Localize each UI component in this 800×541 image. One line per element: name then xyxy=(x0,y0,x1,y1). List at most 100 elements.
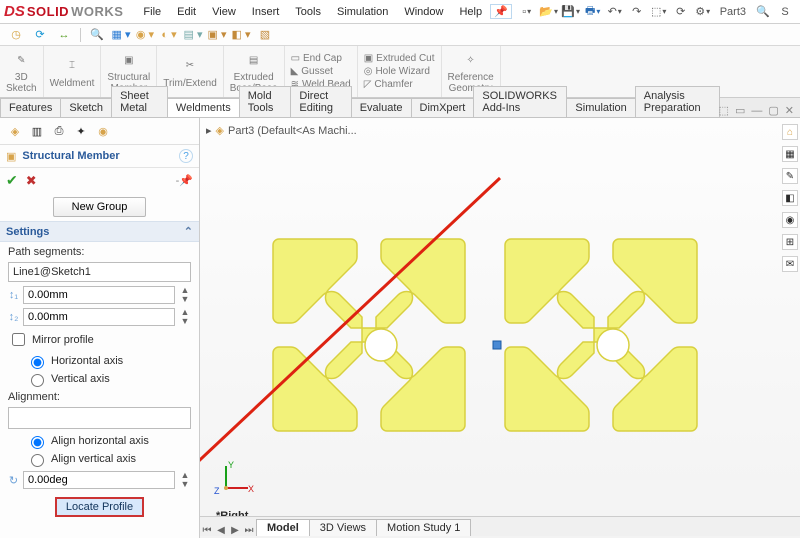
mirror-profile-checkbox[interactable] xyxy=(12,333,25,346)
bottom-tab-motion[interactable]: Motion Study 1 xyxy=(376,519,471,536)
ok-check-icon[interactable]: ✔ xyxy=(6,172,18,189)
reload-icon[interactable]: ⟳ xyxy=(30,26,50,44)
fm-tab-display-icon[interactable]: ✦ xyxy=(72,122,90,140)
ribbon-chamfer[interactable]: ◸ Chamfer xyxy=(364,79,435,90)
offset2-down[interactable]: ▼ xyxy=(179,317,191,326)
scroll-next-icon[interactable]: ▶ xyxy=(228,525,242,536)
taskpane-forum-icon[interactable]: ✉ xyxy=(782,256,798,272)
ribbon-holewiz[interactable]: ◎ Hole Wizard xyxy=(364,66,435,77)
taskpane-resources-icon[interactable]: ▦ xyxy=(782,146,798,162)
dock-icon[interactable]: ▭ xyxy=(735,104,745,117)
cancel-x-icon[interactable]: ✖ xyxy=(26,173,37,189)
isolate-icon[interactable]: ▧ xyxy=(255,26,275,44)
tab-evaluate[interactable]: Evaluate xyxy=(351,98,412,117)
pin-icon[interactable]: 📌 xyxy=(490,4,512,19)
angle-input[interactable] xyxy=(23,471,175,489)
bottom-tab-3dviews[interactable]: 3D Views xyxy=(309,519,377,536)
menu-insert[interactable]: Insert xyxy=(244,3,288,21)
offset1-input[interactable] xyxy=(23,286,175,304)
angle-down[interactable]: ▼ xyxy=(179,480,191,489)
new-doc-icon[interactable]: ▫ xyxy=(518,3,536,21)
ribbon-weldment[interactable]: ⌶Weldment xyxy=(44,46,102,97)
rebuild-icon[interactable]: ⟳ xyxy=(672,3,690,21)
taskpane-custom-icon[interactable]: ⊞ xyxy=(782,234,798,250)
bottom-tab-model[interactable]: Model xyxy=(256,519,310,536)
ribbon-gusset[interactable]: ◣ Gusset xyxy=(291,66,351,77)
breadcrumb-expand-icon[interactable]: ▸ xyxy=(206,124,212,137)
scroll-last-icon[interactable]: ⏭ xyxy=(242,525,256,536)
measure-icon[interactable]: ↔ xyxy=(54,26,74,44)
select-icon[interactable]: ⬚ xyxy=(650,3,668,21)
hide-icon[interactable]: ◧ ▾ xyxy=(231,26,251,44)
save-icon[interactable]: 💾 xyxy=(562,3,580,21)
zoom-icon[interactable]: 🔍 xyxy=(87,26,107,44)
fm-tab-config-icon[interactable]: ⎙ xyxy=(50,122,68,140)
search-icon[interactable]: 🔍 xyxy=(754,3,772,21)
options-gear-icon[interactable]: ⚙ xyxy=(694,3,712,21)
taskpane-appearance-icon[interactable]: ◉ xyxy=(782,212,798,228)
open-icon[interactable]: 📂 xyxy=(540,3,558,21)
settings-header[interactable]: Settings xyxy=(0,221,199,242)
body-icon[interactable]: ▣ ▾ xyxy=(207,26,227,44)
horiz-axis-radio[interactable]: Horizontal axis xyxy=(26,353,191,369)
tab-sketch[interactable]: Sketch xyxy=(60,98,112,117)
taskpane-design-icon[interactable]: ✎ xyxy=(782,168,798,184)
ribbon-endcap[interactable]: ▭ End Cap xyxy=(291,53,351,64)
expand-panel-icon[interactable]: ⬚ xyxy=(719,104,729,117)
history-icon[interactable]: ◷ xyxy=(6,26,26,44)
path-segments-list[interactable]: Line1@Sketch1 xyxy=(8,262,191,282)
svg-text:X: X xyxy=(248,484,254,494)
save2-icon[interactable]: S xyxy=(776,3,794,21)
tab-analysis[interactable]: Analysis Preparation xyxy=(635,86,720,117)
close-panel-icon[interactable]: ✕ xyxy=(785,104,794,117)
offset1-down[interactable]: ▼ xyxy=(179,295,191,304)
pushpin-icon[interactable]: -📌 xyxy=(176,174,193,187)
fm-tab-prop-icon[interactable]: ▥ xyxy=(28,122,46,140)
display-icon[interactable]: ▤ ▾ xyxy=(183,26,203,44)
tab-dimxpert[interactable]: DimXpert xyxy=(411,98,475,117)
tab-weldments[interactable]: Weldments xyxy=(167,98,240,117)
menu-edit[interactable]: Edit xyxy=(169,3,204,21)
ribbon-3dsketch[interactable]: ✎3D Sketch xyxy=(0,46,44,97)
redo-icon[interactable]: ↷ xyxy=(628,3,646,21)
scroll-prev-icon[interactable]: ◀ xyxy=(214,525,228,536)
menu-help[interactable]: Help xyxy=(451,3,490,21)
scene-icon[interactable]: ◐ ▾ xyxy=(159,26,179,44)
mirror-profile-check[interactable]: Mirror profile xyxy=(8,330,191,349)
new-group-button[interactable]: New Group xyxy=(53,197,147,217)
help-icon[interactable]: ? xyxy=(179,149,193,163)
offset2-input[interactable] xyxy=(23,308,175,326)
align-h-radio[interactable]: Align horizontal axis xyxy=(26,433,191,449)
menu-window[interactable]: Window xyxy=(396,3,451,21)
tab-directedit[interactable]: Direct Editing xyxy=(290,86,351,117)
align-v-radio[interactable]: Align vertical axis xyxy=(26,451,191,467)
menu-simulation[interactable]: Simulation xyxy=(329,3,396,21)
fm-tab-appearance-icon[interactable]: ◉ xyxy=(94,122,112,140)
taskpane-view-icon[interactable]: ◧ xyxy=(782,190,798,206)
graphics-area[interactable]: ▸ ◈ Part3 (Default<As Machi... xyxy=(200,118,800,538)
print-icon[interactable]: 🖶 xyxy=(584,3,602,21)
view-cube-icon[interactable]: ▦ ▾ xyxy=(111,26,131,44)
locate-profile-button[interactable]: Locate Profile xyxy=(55,497,144,517)
taskpane-home-icon[interactable]: ⌂ xyxy=(782,124,798,140)
restore-icon[interactable]: ▢ xyxy=(768,104,778,117)
scroll-first-icon[interactable]: ⏮ xyxy=(200,525,214,536)
tab-sheetmetal[interactable]: Sheet Metal xyxy=(111,86,168,117)
ribbon-extcut[interactable]: ▣ Extruded Cut xyxy=(364,53,435,64)
fm-tab-tree-icon[interactable]: ◈ xyxy=(6,122,24,140)
menu-view[interactable]: View xyxy=(204,3,244,21)
menu-file[interactable]: File xyxy=(135,3,169,21)
appearance-icon[interactable]: ◉ ▾ xyxy=(135,26,155,44)
tab-addins[interactable]: SOLIDWORKS Add-Ins xyxy=(473,86,567,117)
undo-icon[interactable]: ↶ xyxy=(606,3,624,21)
minimize-icon[interactable]: — xyxy=(751,105,762,117)
tab-moldtools[interactable]: Mold Tools xyxy=(239,86,292,117)
alignment-box[interactable] xyxy=(8,407,191,429)
vert-axis-radio[interactable]: Vertical axis xyxy=(26,371,191,387)
menu-tools[interactable]: Tools xyxy=(287,3,329,21)
tab-simulation[interactable]: Simulation xyxy=(566,98,635,117)
tab-features[interactable]: Features xyxy=(0,98,61,117)
breadcrumb[interactable]: ▸ ◈ Part3 (Default<As Machi... xyxy=(206,124,357,137)
logo-text-works: WORKS xyxy=(71,4,123,19)
offset1-icon: ↕₁ xyxy=(8,289,19,301)
